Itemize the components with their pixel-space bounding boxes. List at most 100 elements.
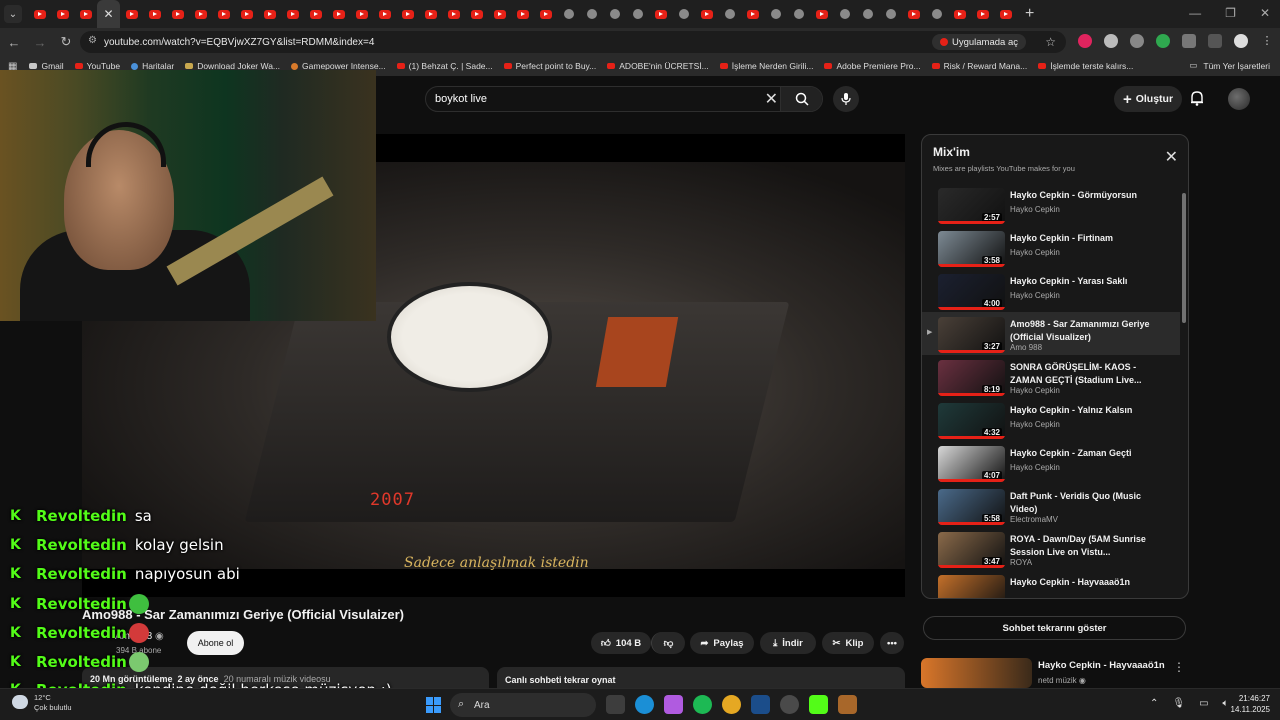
tab[interactable] bbox=[718, 0, 741, 28]
taskbar-search[interactable]: ⌕ Ara bbox=[450, 693, 596, 717]
bookmark-terste[interactable]: İşlemde terste kalırs... bbox=[1038, 61, 1133, 71]
tab[interactable] bbox=[465, 0, 488, 28]
tab[interactable] bbox=[281, 0, 304, 28]
playlist-item[interactable]: 8:19 SONRA GÖRÜŞELİM- KAOS - ZAMAN GEÇTİ… bbox=[922, 355, 1180, 398]
tab[interactable] bbox=[212, 0, 235, 28]
like-button[interactable]: 👍︎ 104 B bbox=[591, 632, 651, 654]
tab[interactable] bbox=[925, 0, 948, 28]
tab[interactable] bbox=[258, 0, 281, 28]
tab[interactable] bbox=[327, 0, 350, 28]
tab-close-icon[interactable]: ✕ bbox=[97, 0, 120, 28]
puzzle-icon[interactable] bbox=[1182, 34, 1196, 48]
tab[interactable] bbox=[235, 0, 258, 28]
tab[interactable] bbox=[580, 0, 603, 28]
tab[interactable] bbox=[189, 0, 212, 28]
tab-search-button[interactable]: ⌄ bbox=[4, 5, 22, 23]
bookmark-behzat[interactable]: (1) Behzat Ç. | Sade... bbox=[396, 61, 493, 71]
tab[interactable] bbox=[350, 0, 373, 28]
tab[interactable] bbox=[304, 0, 327, 28]
windows-start-icon[interactable] bbox=[426, 697, 442, 713]
microphone-icon[interactable]: 🎙︎ bbox=[1172, 698, 1185, 709]
mix-scrollbar[interactable] bbox=[1182, 193, 1186, 323]
maximize-icon[interactable]: ❐ bbox=[1225, 6, 1236, 20]
weather-widget[interactable]: 12°C Çok bulutlu bbox=[10, 693, 72, 713]
voice-search-button[interactable] bbox=[833, 86, 859, 112]
copilot-icon[interactable] bbox=[664, 695, 683, 714]
tab[interactable] bbox=[442, 0, 465, 28]
tab[interactable] bbox=[166, 0, 189, 28]
create-button[interactable]: + Oluştur bbox=[1114, 86, 1182, 112]
playlist-item[interactable]: 5:58 Daft Punk - Veridis Quo (Music Vide… bbox=[922, 484, 1180, 527]
tab[interactable] bbox=[810, 0, 833, 28]
new-tab-plus-icon[interactable]: + bbox=[1025, 5, 1034, 23]
bookmark-premiere[interactable]: Adobe Premiere Pro... bbox=[824, 61, 921, 71]
all-bookmarks-button[interactable]: ▭ Tüm Yer İşaretleri bbox=[1189, 60, 1270, 71]
menu-kebab-icon[interactable]: ⋮ bbox=[1260, 34, 1274, 48]
clip-button[interactable]: ✂ Klip bbox=[822, 632, 874, 654]
steam-icon[interactable] bbox=[751, 695, 770, 714]
close-mix-icon[interactable]: ✕ bbox=[1165, 147, 1178, 167]
show-chat-replay-button[interactable]: Sohbet tekrarını göster bbox=[923, 616, 1186, 640]
tab[interactable] bbox=[396, 0, 419, 28]
playlist-item[interactable]: 4:07 Hayko Cepkin - Zaman Geçti Hayko Ce… bbox=[922, 441, 1180, 484]
edge-icon[interactable] bbox=[635, 695, 654, 714]
clear-search-icon[interactable]: ✕ bbox=[765, 89, 778, 109]
tab[interactable] bbox=[879, 0, 902, 28]
tab[interactable] bbox=[971, 0, 994, 28]
bookmark-adobe[interactable]: ADOBE'nin ÜCRETSİ... bbox=[607, 61, 709, 71]
search-button[interactable] bbox=[780, 87, 822, 111]
playlist-item-current[interactable]: ▶ 3:27 Amo988 - Sar Zamanımızı Geriye (O… bbox=[922, 312, 1180, 355]
tab[interactable] bbox=[672, 0, 695, 28]
more-vertical-icon[interactable]: ⋮ bbox=[1173, 660, 1185, 674]
system-clock[interactable]: 21:46:27 14.11.2025 bbox=[1228, 693, 1270, 715]
app-icon[interactable] bbox=[838, 695, 857, 714]
extension-icon[interactable] bbox=[1104, 34, 1118, 48]
playlist-item[interactable]: 3:58 Hayko Cepkin - Firtinam Hayko Cepki… bbox=[922, 226, 1180, 269]
obs-icon[interactable] bbox=[780, 695, 799, 714]
extension-icon[interactable] bbox=[1078, 34, 1092, 48]
share-button[interactable]: ➦ Paylaş bbox=[690, 632, 754, 654]
close-window-icon[interactable]: ✕ bbox=[1260, 6, 1270, 20]
bookmark-perfect-point[interactable]: Perfect point to Buy... bbox=[503, 61, 596, 71]
tab[interactable] bbox=[488, 0, 511, 28]
more-actions-button[interactable]: ••• bbox=[880, 632, 904, 654]
url-field[interactable]: ⚙ youtube.com/watch?v=EQBVjwXZ7GY&list=R… bbox=[80, 31, 1066, 53]
reload-icon[interactable]: ↻ bbox=[54, 34, 78, 50]
tab[interactable] bbox=[741, 0, 764, 28]
tab[interactable] bbox=[787, 0, 810, 28]
playlist-item[interactable]: 4:32 Hayko Cepkin - Yalnız Kalsın Hayko … bbox=[922, 398, 1180, 441]
tab[interactable] bbox=[419, 0, 442, 28]
tab[interactable] bbox=[603, 0, 626, 28]
tab[interactable] bbox=[856, 0, 879, 28]
bookmark-risk[interactable]: Risk / Reward Mana... bbox=[931, 61, 1027, 71]
channel-name[interactable]: Amo988 ◉ bbox=[115, 631, 164, 642]
bookmark-isleme[interactable]: İşleme Nerden Girili... bbox=[719, 61, 813, 71]
kick-app-icon[interactable] bbox=[809, 695, 828, 714]
tab[interactable] bbox=[649, 0, 672, 28]
tab[interactable] bbox=[120, 0, 143, 28]
extension-icon[interactable] bbox=[1156, 34, 1170, 48]
dislike-button[interactable]: 👎︎ bbox=[651, 632, 685, 654]
tab[interactable] bbox=[511, 0, 534, 28]
playlist-item[interactable]: 4:00 Hayko Cepkin - Yarası Saklı Hayko C… bbox=[922, 269, 1180, 312]
download-button[interactable]: ⤓ İndir bbox=[760, 632, 816, 654]
tab[interactable] bbox=[373, 0, 396, 28]
tab[interactable] bbox=[28, 0, 51, 28]
tab[interactable] bbox=[695, 0, 718, 28]
spotify-icon[interactable] bbox=[693, 695, 712, 714]
tab[interactable] bbox=[833, 0, 856, 28]
open-in-app-button[interactable]: Uygulamada aç bbox=[931, 34, 1026, 50]
chrome-icon[interactable] bbox=[722, 695, 741, 714]
site-info-icon[interactable]: ⚙ bbox=[88, 35, 97, 46]
tab[interactable] bbox=[948, 0, 971, 28]
chevron-up-icon[interactable]: ⌃ bbox=[1150, 698, 1158, 709]
account-avatar[interactable] bbox=[1228, 88, 1250, 110]
tab[interactable] bbox=[534, 0, 557, 28]
notifications-bell-icon[interactable] bbox=[1190, 90, 1204, 106]
tab[interactable] bbox=[143, 0, 166, 28]
tab[interactable] bbox=[74, 0, 97, 28]
network-icon[interactable]: ▭ bbox=[1199, 698, 1208, 709]
shield-icon[interactable] bbox=[1130, 34, 1144, 48]
minimize-icon[interactable]: — bbox=[1189, 6, 1201, 20]
playlist-item[interactable]: Hayko Cepkin - Hayvaaaö1n bbox=[922, 570, 1180, 598]
